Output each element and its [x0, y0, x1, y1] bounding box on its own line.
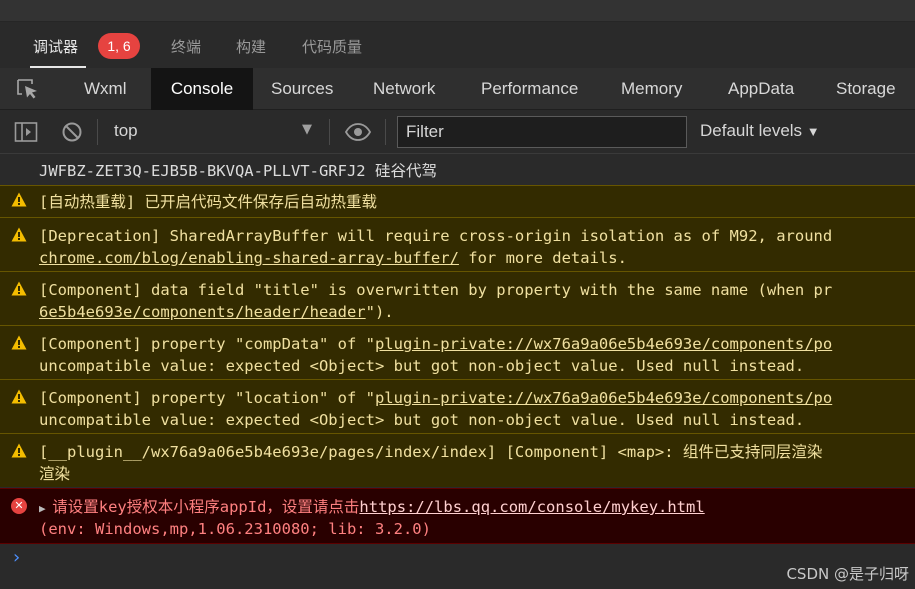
error-icon: ✕ [11, 498, 27, 514]
eye-icon[interactable] [345, 122, 371, 142]
message-text: [Component] data field "title" is overwr… [39, 281, 833, 299]
log-levels-dropdown[interactable]: Default levels ▼ [700, 121, 820, 141]
console-warning: [Component] data field "title" is overwr… [0, 271, 915, 325]
message-text: 渲染 [39, 465, 71, 483]
panel-tabs: Wxml Console Sources Network Performance… [0, 68, 915, 110]
warning-icon [11, 281, 27, 296]
message-link[interactable]: chrome.com/blog/enabling-shared-array-bu… [39, 249, 459, 267]
toolbar-divider [329, 119, 330, 145]
console-warning: [Deprecation] SharedArrayBuffer will req… [0, 217, 915, 271]
console-warning: [__plugin__/wx76a9a06e5b4e693e/pages/ind… [0, 433, 915, 487]
tab-console[interactable]: Console [151, 68, 253, 110]
message-text: [Deprecation] SharedArrayBuffer will req… [39, 227, 833, 245]
console-message: JWFBZ-ZET3Q-EJB5B-BKVQA-PLLVT-GRFJ2 硅谷代驾 [0, 158, 915, 184]
tab-storage[interactable]: Storage [836, 68, 896, 110]
error-warning-count-badge: 1, 6 [98, 33, 140, 59]
warning-icon [11, 227, 27, 242]
message-link[interactable]: https://lbs.qq.com/console/mykey.html [359, 498, 704, 516]
message-text: uncompatible value: expected <Object> bu… [39, 411, 805, 429]
warning-icon [11, 192, 27, 207]
toolbar-divider [385, 119, 386, 145]
console-warning: [Component] property "location" of "plug… [0, 379, 915, 433]
console-warning: [Component] property "compData" of "plug… [0, 325, 915, 379]
context-selector[interactable]: top [114, 121, 138, 141]
toolbar-divider [97, 119, 98, 145]
message-text: "). [365, 303, 394, 321]
tab-wxml[interactable]: Wxml [84, 68, 126, 110]
tab-memory[interactable]: Memory [621, 68, 682, 110]
message-text: JWFBZ-ZET3Q-EJB5B-BKVQA-PLLVT-GRFJ2 硅谷代驾 [39, 162, 437, 180]
tab-build[interactable]: 构建 [236, 36, 266, 57]
sidebar-toggle-icon[interactable] [14, 121, 38, 143]
message-text: for more details. [458, 249, 627, 267]
warning-icon [11, 335, 27, 350]
warning-icon [11, 443, 27, 458]
clear-icon[interactable] [61, 121, 83, 143]
console-prompt-icon[interactable]: › [13, 547, 20, 568]
message-link[interactable]: plugin-private://wx76a9a06e5b4e693e/comp… [375, 335, 832, 353]
expand-triangle-icon[interactable]: ▶ [39, 502, 52, 515]
tab-sources[interactable]: Sources [271, 68, 333, 110]
watermark: CSDN @是子归呀 [786, 565, 909, 583]
window-top-strip [0, 0, 915, 22]
message-link[interactable]: plugin-private://wx76a9a06e5b4e693e/comp… [375, 389, 832, 407]
message-text: (env: Windows,mp,1.06.2310080; lib: 3.2.… [39, 520, 431, 538]
tab-terminal[interactable]: 终端 [171, 36, 201, 57]
console-warning: [自动热重载] 已开启代码文件保存后自动热重载 [0, 185, 915, 217]
message-link[interactable]: 6e5b4e693e/components/header/header [39, 303, 366, 321]
tab-network[interactable]: Network [373, 68, 435, 110]
message-text: [__plugin__/wx76a9a06e5b4e693e/pages/ind… [39, 443, 823, 461]
message-text: [Component] property "location" of " [39, 389, 375, 407]
console-toolbar: top ▼ Default levels ▼ [0, 110, 915, 154]
tab-code-quality[interactable]: 代码质量 [302, 36, 362, 57]
warning-icon [11, 389, 27, 404]
tab-performance[interactable]: Performance [481, 68, 578, 110]
message-text: 请设置key授权本小程序appId，设置请点击 [52, 498, 360, 516]
inspect-icon[interactable] [16, 78, 40, 100]
message-text: [Component] property "compData" of " [39, 335, 375, 353]
chevron-down-icon: ▼ [806, 124, 820, 139]
chevron-down-icon[interactable]: ▼ [302, 122, 312, 137]
tab-appdata[interactable]: AppData [728, 68, 794, 110]
log-levels-label: Default levels [700, 121, 803, 140]
console-error: ✕ ▶ 请设置key授权本小程序appId，设置请点击https://lbs.q… [0, 488, 915, 544]
filter-input[interactable] [397, 116, 687, 148]
message-text: [自动热重载] 已开启代码文件保存后自动热重载 [39, 193, 377, 211]
console-output: JWFBZ-ZET3Q-EJB5B-BKVQA-PLLVT-GRFJ2 硅谷代驾… [0, 154, 915, 589]
tab-debugger[interactable]: 调试器 [33, 36, 78, 57]
message-text: uncompatible value: expected <Object> bu… [39, 357, 805, 375]
